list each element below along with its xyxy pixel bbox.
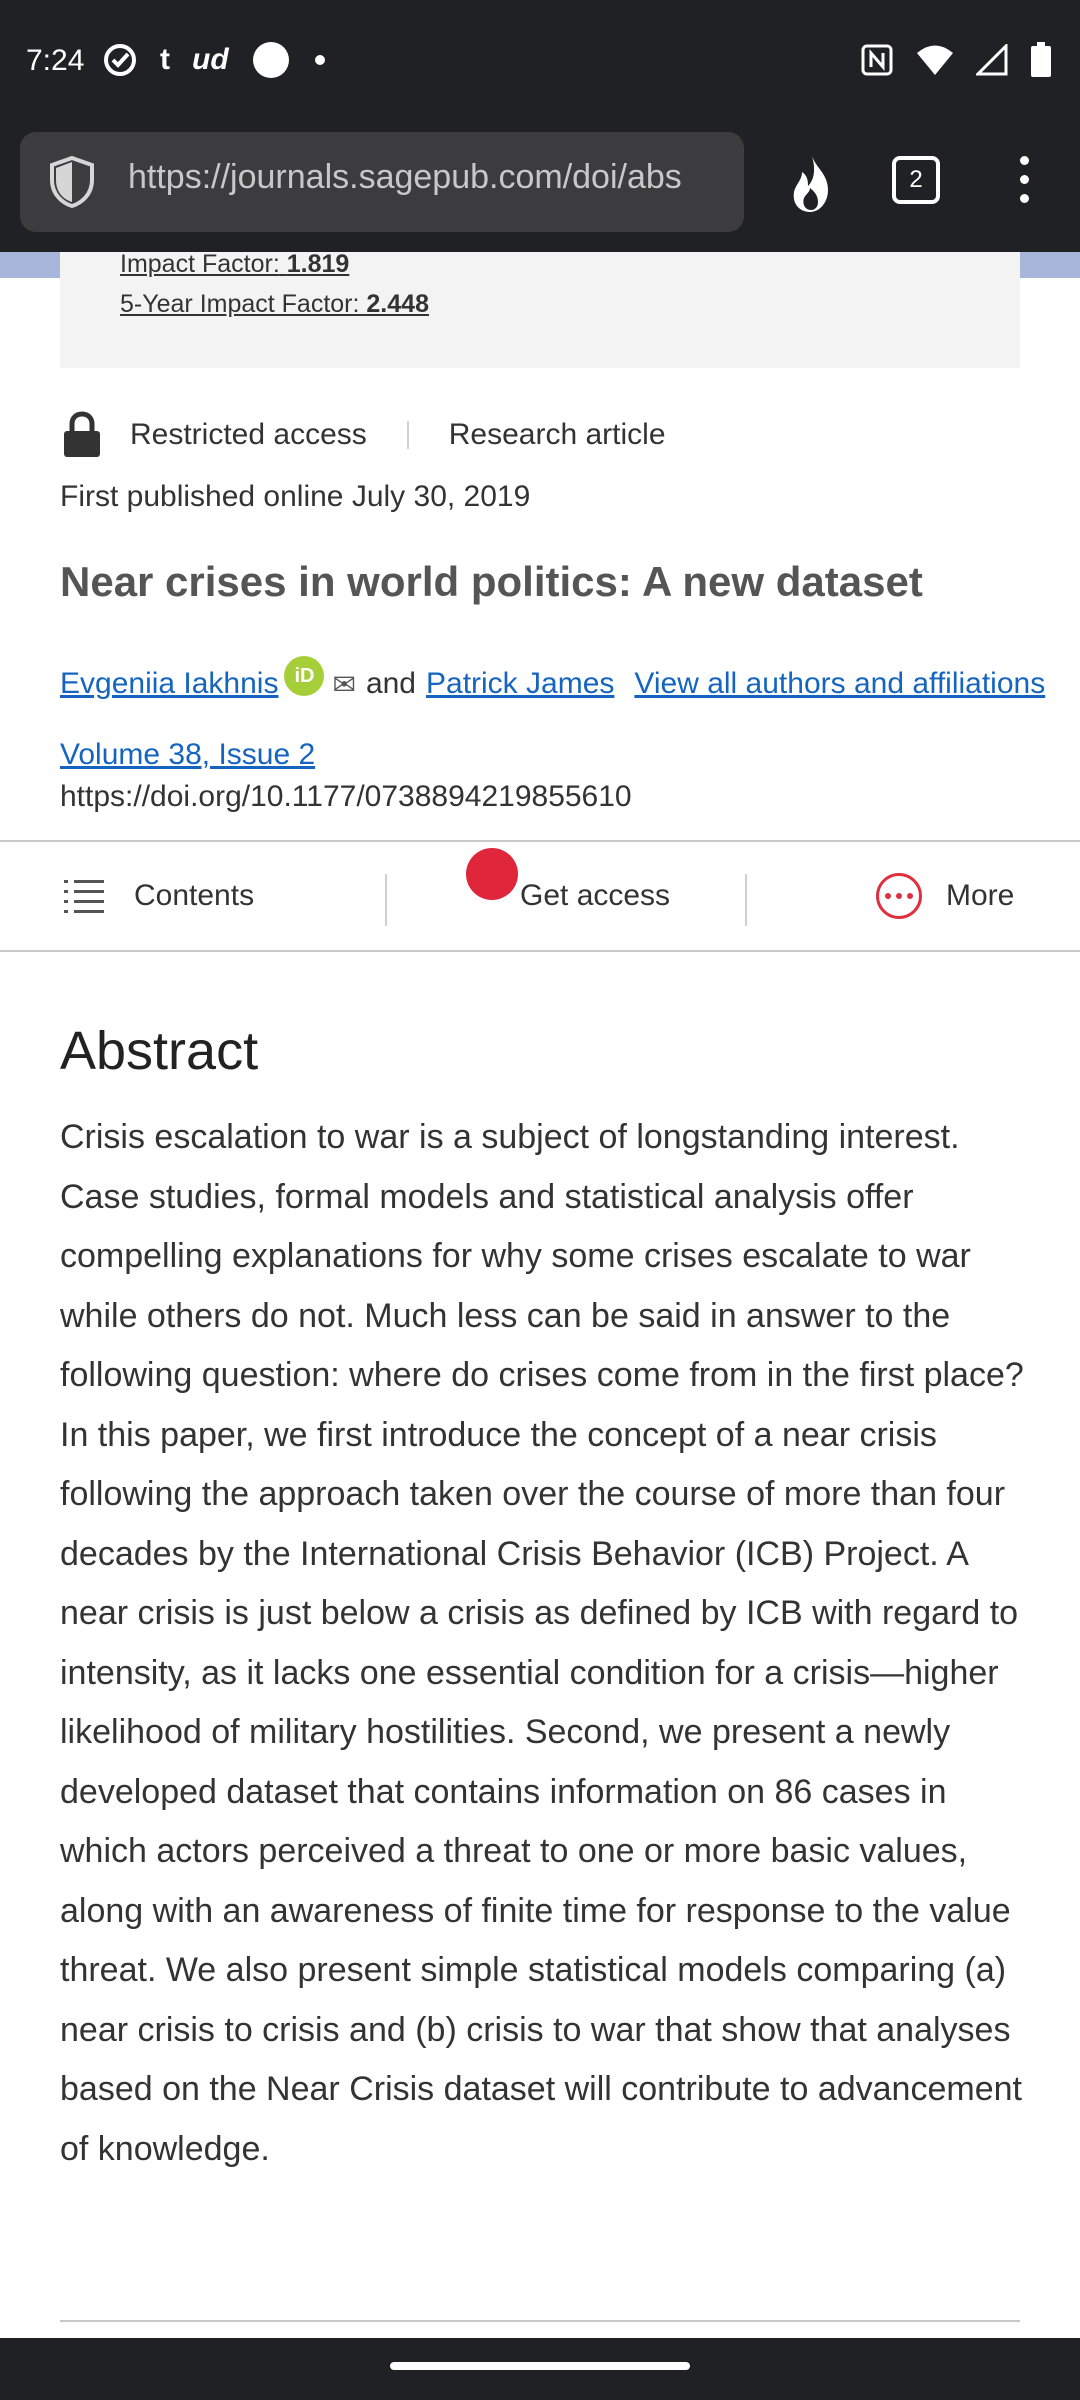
more-label: More	[946, 879, 1015, 912]
more-icon	[876, 873, 922, 919]
navigation-bar	[0, 2338, 1080, 2400]
url-text[interactable]: https://journals.sagepub.com/doi/abs	[128, 158, 728, 206]
check-circle-icon	[104, 44, 136, 76]
volume-issue-link[interactable]: Volume 38, Issue 2	[60, 738, 315, 772]
author-conjunction: and	[365, 667, 416, 700]
five-year-impact-factor[interactable]: 5-Year Impact Factor: 2.448	[120, 290, 429, 319]
ud-icon: ud	[192, 43, 229, 76]
white-circle-icon	[252, 42, 289, 78]
signal-icon	[976, 44, 1008, 76]
list-icon	[64, 880, 104, 913]
divider	[385, 874, 387, 926]
tabs-button[interactable]: 2	[892, 156, 940, 204]
impact-factor[interactable]: Impact Factor: 1.819	[120, 250, 349, 279]
get-access-label: Get access	[520, 879, 671, 912]
author-link-james[interactable]: Patrick James	[426, 667, 614, 701]
wifi-icon	[917, 45, 953, 75]
article-actions: Contents Get access More	[0, 840, 1080, 952]
battery-icon	[1031, 42, 1051, 77]
lock-icon	[64, 411, 100, 457]
abstract-heading: Abstract	[60, 1021, 259, 1081]
mail-icon[interactable]: ✉	[332, 668, 355, 701]
journal-metrics: Impact Factor: 1.819 5-Year Impact Facto…	[60, 250, 1020, 368]
view-all-authors-link[interactable]: View all authors and affiliations	[634, 667, 1045, 701]
overflow-menu-icon[interactable]	[1010, 156, 1038, 212]
status-time: 7:24	[26, 44, 85, 77]
dot-icon	[314, 55, 325, 65]
shield-icon[interactable]	[48, 156, 96, 208]
nfc-icon	[861, 44, 893, 76]
access-row: Restricted access Research article	[60, 405, 666, 465]
url-bar[interactable]: https://journals.sagepub.com/doi/abs	[20, 132, 744, 232]
more-button[interactable]: More	[876, 842, 1014, 950]
tumblr-icon: t	[160, 43, 170, 76]
divider	[60, 2320, 1020, 2322]
abstract-text: Crisis escalation to war is a subject of…	[60, 1118, 1024, 2168]
article-type: Research article	[448, 418, 666, 451]
touch-indicator	[466, 848, 518, 900]
divider	[406, 421, 409, 449]
browser-toolbar: https://journals.sagepub.com/doi/abs 2	[0, 128, 1080, 252]
home-gesture-handle[interactable]	[390, 2362, 690, 2370]
fire-icon[interactable]	[784, 154, 840, 214]
status-bar: 7:24 t ud	[0, 0, 1080, 128]
access-status: Restricted access	[130, 418, 367, 451]
divider	[745, 874, 747, 926]
author-link-iakhnis[interactable]: Evgeniia Iakhnis	[60, 667, 278, 701]
contents-button[interactable]: Contents	[64, 842, 254, 950]
article-title: Near crises in world politics: A new dat…	[60, 558, 923, 605]
system-icons	[860, 42, 1052, 78]
get-access-button[interactable]: Get access	[520, 842, 670, 950]
authors-line: Evgeniia Iakhnis iD ✉ and Patrick James …	[60, 656, 1045, 704]
orcid-icon[interactable]: iD	[284, 656, 325, 696]
contents-label: Contents	[134, 879, 255, 912]
notification-icons: t ud	[102, 40, 327, 80]
published-date: First published online July 30, 2019	[60, 480, 531, 513]
doi: https://doi.org/10.1177/0738894219855610	[60, 780, 632, 813]
